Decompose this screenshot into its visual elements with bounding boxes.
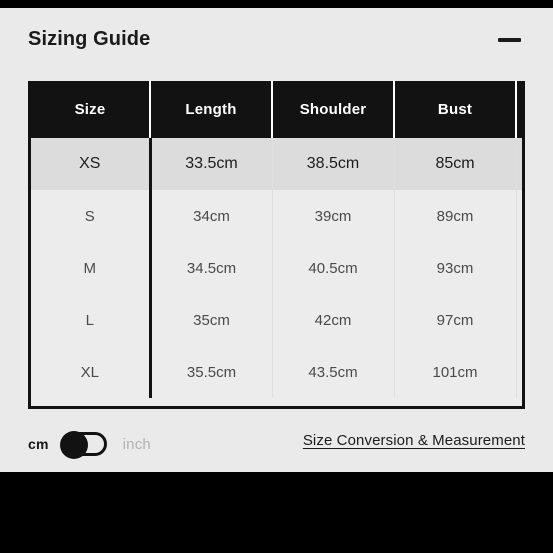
cell-bust: 93cm [393, 242, 516, 294]
cell-bust: 101cm [393, 346, 516, 398]
size-conversion-link[interactable]: Size Conversion & Measurement [264, 432, 525, 449]
cell-size: XS [31, 138, 150, 190]
minimize-icon[interactable] [493, 22, 527, 56]
cell-size: M [31, 242, 150, 294]
cell-overflow [515, 138, 522, 190]
cell-length: 34.5cm [148, 242, 272, 294]
table-header-row: Size Length Shoulder Bust [31, 81, 522, 138]
cell-bust: 89cm [393, 190, 516, 242]
column-header-size: Size [31, 81, 150, 138]
page-title: Sizing Guide [28, 28, 151, 50]
cell-bust: 85cm [393, 138, 516, 190]
table-row[interactable]: L 35cm 42cm 97cm [31, 294, 522, 346]
cell-shoulder: 43.5cm [271, 346, 394, 398]
cell-size: L [31, 294, 150, 346]
cell-length: 34cm [148, 190, 272, 242]
cell-overflow [515, 346, 522, 398]
toggle-knob [59, 431, 88, 459]
cell-shoulder: 39cm [271, 190, 394, 242]
unit-toggle-switch[interactable] [59, 431, 107, 459]
cell-overflow [515, 294, 522, 346]
table-header: Size Length Shoulder Bust [31, 81, 522, 138]
table-body: XS 33.5cm 38.5cm 85cm S 34cm 39cm 89cm M… [31, 138, 522, 398]
size-table-container: Size Length Shoulder Bust XS 33.5cm 38.5… [28, 81, 525, 409]
cell-shoulder: 42cm [271, 294, 394, 346]
panel-header: Sizing Guide [0, 8, 553, 81]
unit-label-cm[interactable]: cm [28, 436, 49, 452]
cell-overflow [515, 190, 522, 242]
cell-size: XL [31, 346, 150, 398]
table-row[interactable]: S 34cm 39cm 89cm [31, 190, 522, 242]
unit-label-inch[interactable]: inch [123, 436, 151, 453]
cell-length: 35cm [148, 294, 272, 346]
cell-length: 33.5cm [148, 138, 272, 190]
column-header-bust: Bust [393, 81, 516, 138]
size-table: Size Length Shoulder Bust XS 33.5cm 38.5… [31, 81, 522, 398]
table-row[interactable]: XS 33.5cm 38.5cm 85cm [31, 138, 522, 190]
letterbox-bottom [0, 472, 553, 553]
column-header-length: Length [149, 81, 272, 138]
table-row[interactable]: XL 35.5cm 43.5cm 101cm [31, 346, 522, 398]
panel-footer: cm inch Size Conversion & Measurement [0, 420, 553, 472]
cell-bust: 97cm [393, 294, 516, 346]
table-row[interactable]: M 34.5cm 40.5cm 93cm [31, 242, 522, 294]
sizing-guide-panel: Sizing Guide Size Length Shoulder Bust X… [0, 8, 553, 472]
column-header-overflow [515, 81, 522, 138]
column-header-shoulder: Shoulder [271, 81, 394, 138]
cell-size: S [31, 190, 150, 242]
unit-toggle-group: cm inch [28, 428, 151, 460]
letterbox-top [0, 0, 553, 8]
cell-shoulder: 38.5cm [271, 138, 394, 190]
cell-overflow [515, 242, 522, 294]
cell-shoulder: 40.5cm [271, 242, 394, 294]
minimize-dash [498, 38, 521, 42]
cell-length: 35.5cm [148, 346, 272, 398]
screen: Sizing Guide Size Length Shoulder Bust X… [0, 0, 553, 553]
